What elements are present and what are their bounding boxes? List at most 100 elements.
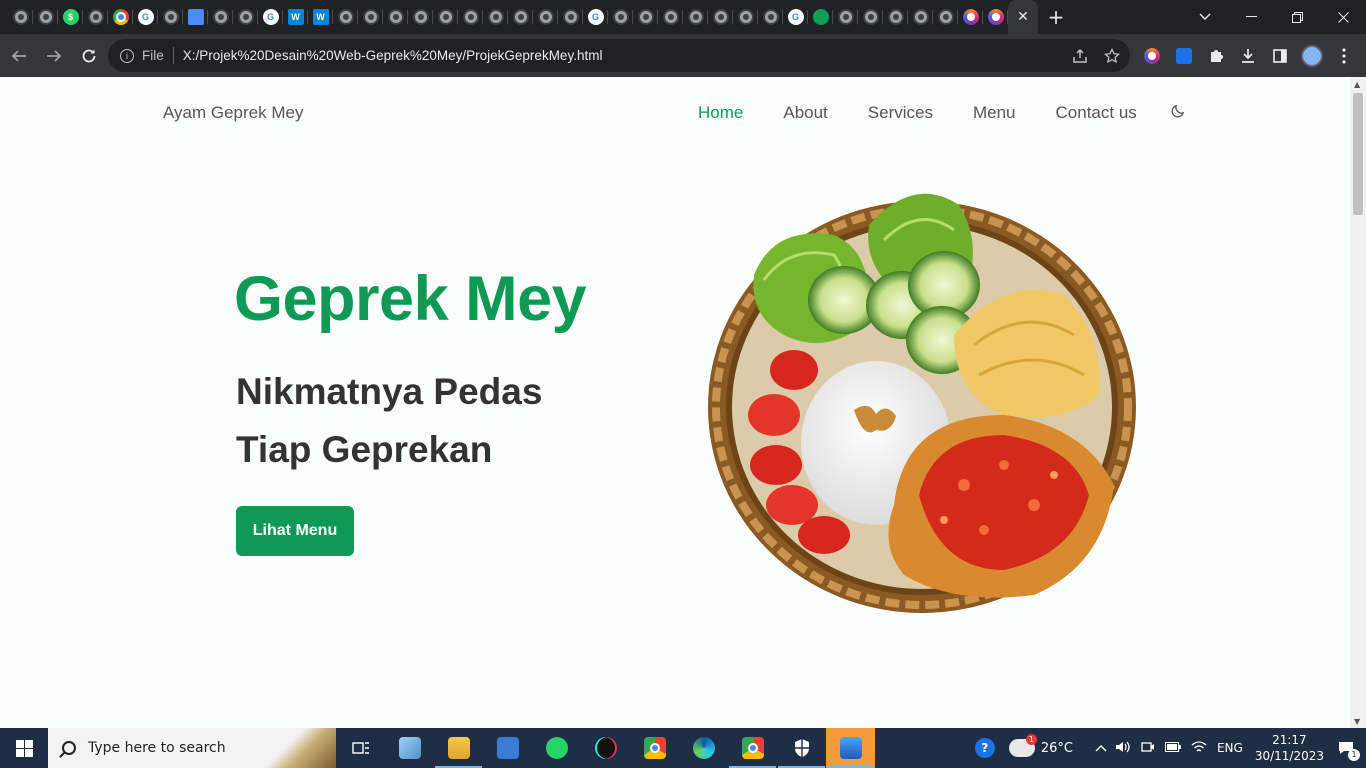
tab[interactable] — [458, 0, 483, 34]
scroll-down-icon[interactable]: ▼ — [1354, 717, 1360, 726]
view-menu-button[interactable]: Lihat Menu — [236, 506, 354, 556]
tab[interactable] — [408, 0, 433, 34]
tab[interactable] — [658, 0, 683, 34]
tab[interactable] — [733, 0, 758, 34]
help-icon[interactable]: ? — [974, 738, 995, 758]
color-ring-extension-icon[interactable] — [1140, 44, 1164, 68]
tab[interactable] — [508, 0, 533, 34]
tab[interactable] — [708, 0, 733, 34]
more-menu-button[interactable] — [1332, 44, 1356, 68]
nav-about[interactable]: About — [783, 103, 827, 123]
puzzle-icon[interactable] — [1204, 44, 1228, 68]
tab[interactable] — [108, 0, 133, 34]
globe-icon — [662, 9, 679, 25]
tab[interactable] — [933, 0, 958, 34]
taskbar-app-security[interactable] — [777, 728, 826, 768]
taskbar-search[interactable]: Type here to search — [48, 728, 336, 768]
star-icon[interactable] — [1104, 47, 1120, 64]
tab[interactable] — [883, 0, 908, 34]
tab[interactable] — [558, 0, 583, 34]
dark-mode-toggle[interactable] — [1171, 103, 1186, 123]
weather-temp[interactable]: 26°C — [1041, 741, 1073, 756]
tab[interactable]: $ — [58, 0, 83, 34]
tab[interactable] — [983, 0, 1008, 34]
nav-menu[interactable]: Menu — [973, 103, 1016, 123]
taskbar-app-notepad[interactable] — [385, 728, 434, 768]
tab[interactable] — [208, 0, 233, 34]
nav-home[interactable]: Home — [698, 103, 743, 123]
tab[interactable]: W — [308, 0, 333, 34]
tab[interactable]: G — [133, 0, 158, 34]
tab[interactable] — [158, 0, 183, 34]
tab[interactable]: G — [258, 0, 283, 34]
taskbar-app-photos[interactable] — [826, 728, 875, 768]
share-icon[interactable] — [1072, 48, 1088, 64]
tab[interactable] — [33, 0, 58, 34]
back-button[interactable] — [3, 40, 35, 72]
tab[interactable] — [833, 0, 858, 34]
taskbar-app-file-explorer[interactable] — [434, 728, 483, 768]
tab[interactable]: G — [583, 0, 608, 34]
address-bar[interactable]: i File X:/Projek%20Desain%20Web-Geprek%2… — [108, 39, 1130, 72]
tab[interactable] — [683, 0, 708, 34]
url-text[interactable]: X:/Projek%20Desain%20Web-Geprek%20Mey/Pr… — [183, 48, 603, 63]
tab[interactable] — [608, 0, 633, 34]
task-view-button[interactable] — [336, 728, 385, 768]
tab[interactable] — [533, 0, 558, 34]
taskbar-app-edge[interactable] — [679, 728, 728, 768]
nav-services[interactable]: Services — [868, 103, 933, 123]
wifi-icon[interactable] — [1191, 740, 1207, 757]
language-indicator[interactable]: ENG — [1217, 741, 1243, 755]
notification-center-button[interactable]: 1 — [1336, 738, 1360, 761]
weather-icon[interactable]: 1 — [1008, 734, 1037, 757]
tab-search-button[interactable] — [1182, 0, 1228, 34]
tab[interactable] — [383, 0, 408, 34]
nav-contact[interactable]: Contact us — [1056, 103, 1137, 123]
brand-logo-text[interactable]: Ayam Geprek Mey — [163, 103, 303, 123]
tab[interactable] — [633, 0, 658, 34]
tab[interactable]: W — [283, 0, 308, 34]
tab[interactable] — [483, 0, 508, 34]
meet-now-icon[interactable] — [1141, 740, 1155, 757]
tab[interactable] — [958, 0, 983, 34]
taskbar-app-tiktok[interactable] — [581, 728, 630, 768]
tab[interactable] — [858, 0, 883, 34]
page-scrollbar[interactable]: ▲ ▼ — [1350, 77, 1366, 728]
reload-button[interactable] — [73, 40, 105, 72]
chevron-up-icon[interactable] — [1095, 741, 1107, 755]
gear-extension-icon[interactable] — [1172, 44, 1196, 68]
clock[interactable]: 21:17 30/11/2023 — [1255, 732, 1324, 764]
tab[interactable] — [83, 0, 108, 34]
forward-button[interactable] — [38, 40, 70, 72]
scroll-up-icon[interactable]: ▲ — [1354, 80, 1360, 89]
tab[interactable] — [333, 0, 358, 34]
info-icon[interactable]: i — [120, 48, 134, 63]
tab[interactable] — [233, 0, 258, 34]
taskbar-app-store[interactable] — [483, 728, 532, 768]
restore-button[interactable] — [1274, 0, 1320, 34]
tab[interactable] — [358, 0, 383, 34]
tab[interactable] — [758, 0, 783, 34]
close-tab-icon[interactable]: ✕ — [1017, 9, 1029, 25]
side-panel-icon[interactable] — [1268, 44, 1292, 68]
tab[interactable] — [908, 0, 933, 34]
tab-active[interactable]: ✕ — [1008, 0, 1038, 34]
tab[interactable] — [808, 0, 833, 34]
tab[interactable] — [183, 0, 208, 34]
tab[interactable] — [433, 0, 458, 34]
battery-icon[interactable] — [1164, 741, 1181, 755]
start-button[interactable] — [0, 728, 48, 768]
google-icon: G — [787, 9, 804, 25]
minimize-button[interactable] — [1228, 0, 1274, 34]
new-tab-button[interactable]: + — [1038, 0, 1074, 34]
taskbar-app-chrome-profile[interactable] — [728, 728, 777, 768]
volume-icon[interactable] — [1115, 740, 1131, 757]
tab[interactable] — [8, 0, 33, 34]
tab[interactable]: G — [783, 0, 808, 34]
taskbar-app-chrome[interactable] — [630, 728, 679, 768]
download-icon[interactable] — [1236, 44, 1260, 68]
close-window-button[interactable] — [1320, 0, 1366, 34]
taskbar-app-whatsapp[interactable] — [532, 728, 581, 768]
profile-avatar[interactable] — [1300, 44, 1324, 68]
scrollbar-thumb[interactable] — [1353, 93, 1363, 215]
